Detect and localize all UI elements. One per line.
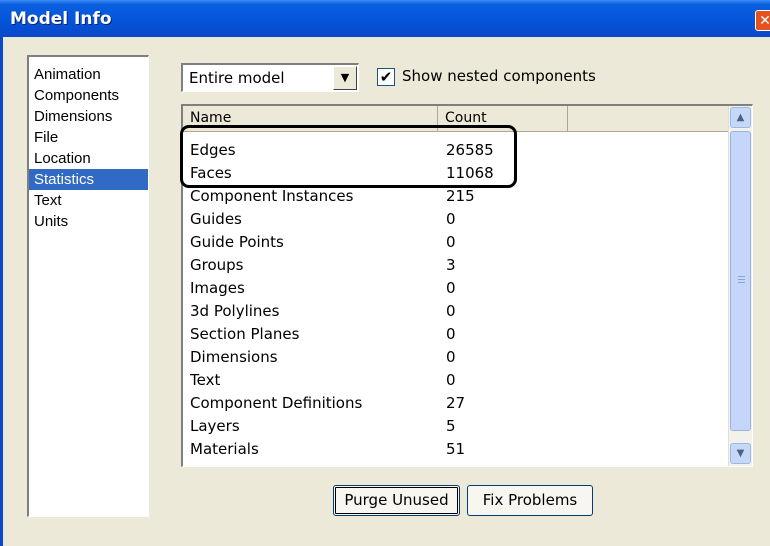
category-item-animation[interactable]: Animation bbox=[29, 64, 148, 85]
category-item-dimensions[interactable]: Dimensions bbox=[29, 106, 148, 127]
row-count: 0 bbox=[446, 279, 456, 297]
row-count: 0 bbox=[446, 302, 456, 320]
row-count: 0 bbox=[446, 325, 456, 343]
row-count: 27 bbox=[446, 394, 466, 412]
row-name: Component Instances bbox=[190, 187, 354, 205]
window-title: Model Info bbox=[10, 9, 112, 29]
row-name: Section Planes bbox=[190, 325, 300, 343]
title-bar: Model Info ✕ bbox=[0, 0, 770, 37]
scroll-up-icon[interactable]: ▲ bbox=[730, 107, 751, 128]
row-name: Guide Points bbox=[190, 233, 284, 251]
category-item-file[interactable]: File bbox=[29, 127, 148, 148]
category-item-text[interactable]: Text bbox=[29, 190, 148, 211]
row-count: 0 bbox=[446, 210, 456, 228]
row-count: 0 bbox=[446, 348, 456, 366]
close-icon[interactable]: ✕ bbox=[755, 10, 770, 31]
row-count: 51 bbox=[446, 440, 466, 458]
row-name: Text bbox=[190, 371, 221, 389]
annotation-highlight-box bbox=[180, 125, 517, 188]
purge-unused-button[interactable]: Purge Unused bbox=[333, 485, 460, 516]
row-count: 0 bbox=[446, 233, 456, 251]
fix-problems-button[interactable]: Fix Problems bbox=[467, 485, 593, 516]
row-count: 0 bbox=[446, 371, 456, 389]
vertical-scrollbar[interactable]: ▲ ▼ bbox=[728, 106, 752, 466]
row-name: 3d Polylines bbox=[190, 302, 280, 320]
category-list[interactable]: Animation Components Dimensions File Loc… bbox=[27, 55, 149, 517]
scroll-down-icon[interactable]: ▼ bbox=[730, 443, 751, 464]
row-name: Dimensions bbox=[190, 348, 278, 366]
row-name: Groups bbox=[190, 256, 244, 274]
chevron-down-icon[interactable]: ▼ bbox=[333, 66, 357, 90]
scrollbar-thumb[interactable] bbox=[730, 131, 751, 431]
show-nested-label[interactable]: Show nested components bbox=[402, 67, 596, 85]
row-name: Materials bbox=[190, 440, 259, 458]
row-name: Layers bbox=[190, 417, 240, 435]
category-item-location[interactable]: Location bbox=[29, 148, 148, 169]
category-item-units[interactable]: Units bbox=[29, 211, 148, 232]
row-count: 215 bbox=[446, 187, 475, 205]
grip-line bbox=[738, 276, 745, 277]
row-count: 5 bbox=[446, 417, 456, 435]
scope-dropdown-value: Entire model bbox=[189, 69, 285, 87]
grip-line bbox=[738, 279, 745, 280]
show-nested-checkbox[interactable]: ✔ bbox=[377, 68, 395, 86]
window-frame bbox=[0, 37, 3, 546]
row-name: Guides bbox=[190, 210, 242, 228]
column-header-empty bbox=[568, 106, 728, 131]
category-item-components[interactable]: Components bbox=[29, 85, 148, 106]
row-count: 3 bbox=[446, 256, 456, 274]
grip-line bbox=[738, 282, 745, 283]
row-name: Component Definitions bbox=[190, 394, 363, 412]
scope-dropdown[interactable]: Entire model ▼ bbox=[181, 63, 359, 92]
category-item-statistics[interactable]: Statistics bbox=[29, 169, 148, 190]
row-name: Images bbox=[190, 279, 245, 297]
